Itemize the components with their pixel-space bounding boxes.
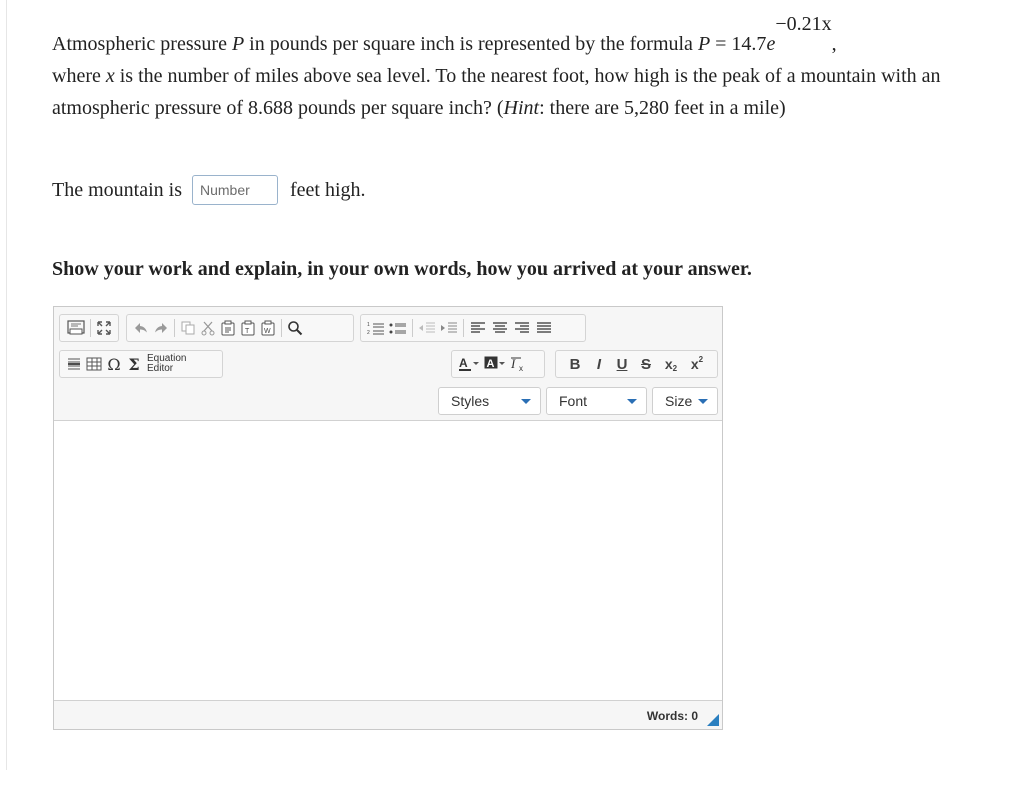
redo-icon[interactable] <box>151 317 171 339</box>
toolbar-group-insert: Ω Σ Equation Editor <box>59 350 223 378</box>
number-input[interactable] <box>191 175 278 205</box>
equation-editor-label-2: Editor <box>147 363 174 374</box>
formula-lhs: P <box>697 33 711 55</box>
chevron-down-icon <box>698 398 708 404</box>
editor-toolbar: T W 12 Ω Σ Equation Editor A A I x B I U… <box>54 307 722 421</box>
align-center-icon[interactable] <box>489 317 511 339</box>
question-text: Atmospheric pressure P in pounds per squ… <box>52 14 1002 124</box>
bulleted-list-icon[interactable] <box>387 317 409 339</box>
paste-icon[interactable] <box>218 317 238 339</box>
question-part: , <box>831 33 837 55</box>
var-p: P <box>231 33 245 55</box>
toolbar-group-paragraph: 12 <box>360 314 586 342</box>
word-count: Words: 0 <box>646 709 698 723</box>
toolbar-group-basicstyles: B I U S x2 x2 <box>555 350 718 378</box>
outdent-icon[interactable] <box>416 317 438 339</box>
formula-e: e <box>766 33 776 55</box>
cut-icon[interactable] <box>198 317 218 339</box>
toolbar-separator <box>90 319 91 337</box>
svg-text:T: T <box>245 328 250 335</box>
resize-handle-icon[interactable] <box>707 714 719 726</box>
formula-eq: = 14.7 <box>710 33 767 55</box>
question-part: : there are 5,280 feet in a mile) <box>539 97 786 119</box>
editor-content-area[interactable] <box>54 421 722 700</box>
omega-icon[interactable]: Ω <box>104 353 124 375</box>
align-right-icon[interactable] <box>511 317 533 339</box>
toolbar-group-colors: A A Ix <box>451 350 545 378</box>
toolbar-separator <box>463 319 464 337</box>
question-part: is the number of miles above sea level. … <box>52 65 941 119</box>
hint-label: Hint <box>503 97 540 119</box>
find-icon[interactable] <box>285 317 305 339</box>
remove-format-icon[interactable]: Ix <box>508 353 530 375</box>
font-dropdown[interactable]: Font <box>546 387 647 415</box>
styles-label: Styles <box>451 393 490 409</box>
align-justify-icon[interactable] <box>533 317 555 339</box>
question-part: in pounds per square inch is represented… <box>244 33 698 55</box>
toolbar-group-clipboard: T W <box>126 314 354 342</box>
answer-suffix: feet high. <box>289 178 366 201</box>
svg-text:x: x <box>519 364 523 372</box>
svg-text:2: 2 <box>367 330 370 335</box>
horizontal-rule-icon[interactable] <box>64 353 84 375</box>
rich-text-editor: T W 12 Ω Σ Equation Editor A A I x B I U… <box>53 306 723 730</box>
background-color-icon[interactable]: A <box>482 353 508 375</box>
left-border <box>6 0 7 770</box>
svg-text:W: W <box>264 328 271 335</box>
indent-icon[interactable] <box>438 317 460 339</box>
size-label: Size <box>665 393 693 409</box>
superscript-icon[interactable]: x2 <box>684 353 710 375</box>
question-part: where <box>52 65 106 87</box>
table-icon[interactable] <box>84 353 104 375</box>
copy-icon[interactable] <box>178 317 198 339</box>
subscript-icon[interactable]: x2 <box>658 353 684 375</box>
svg-text:1: 1 <box>367 322 370 328</box>
align-left-icon[interactable] <box>467 317 489 339</box>
instruction-heading: Show your work and explain, in your own … <box>52 258 752 280</box>
paste-text-icon[interactable]: T <box>238 317 258 339</box>
toolbar-group-document <box>59 314 119 342</box>
var-x: x <box>105 65 115 87</box>
italic-icon[interactable]: I <box>588 353 610 375</box>
chevron-down-icon <box>521 398 531 404</box>
underline-icon[interactable]: U <box>610 353 634 375</box>
toolbar-separator <box>412 319 413 337</box>
bold-icon[interactable]: B <box>562 353 588 375</box>
paste-word-icon[interactable]: W <box>258 317 278 339</box>
size-dropdown[interactable]: Size <box>652 387 718 415</box>
chevron-down-icon <box>627 398 637 404</box>
formula-exponent: −0.21x <box>775 13 832 35</box>
strikethrough-icon[interactable]: S <box>634 353 658 375</box>
text-color-icon[interactable]: A <box>456 353 482 375</box>
styles-dropdown[interactable]: Styles <box>438 387 541 415</box>
toolbar-separator <box>174 319 175 337</box>
numbered-list-icon[interactable]: 12 <box>365 317 387 339</box>
sigma-icon[interactable]: Σ <box>124 353 144 375</box>
undo-icon[interactable] <box>131 317 151 339</box>
svg-text:A: A <box>487 358 495 370</box>
answer-prefix: The mountain is <box>52 178 182 201</box>
maximize-icon[interactable] <box>94 317 114 339</box>
editor-statusbar: Words: 0 <box>54 700 722 729</box>
source-icon[interactable] <box>65 317 87 339</box>
toolbar-separator <box>281 319 282 337</box>
svg-text:A: A <box>459 356 468 370</box>
question-part: Atmospheric pressure <box>52 33 232 55</box>
equation-editor-button[interactable]: Equation Editor <box>144 353 188 375</box>
font-label: Font <box>559 393 588 409</box>
answer-line: The mountain is feet high. <box>52 174 366 206</box>
